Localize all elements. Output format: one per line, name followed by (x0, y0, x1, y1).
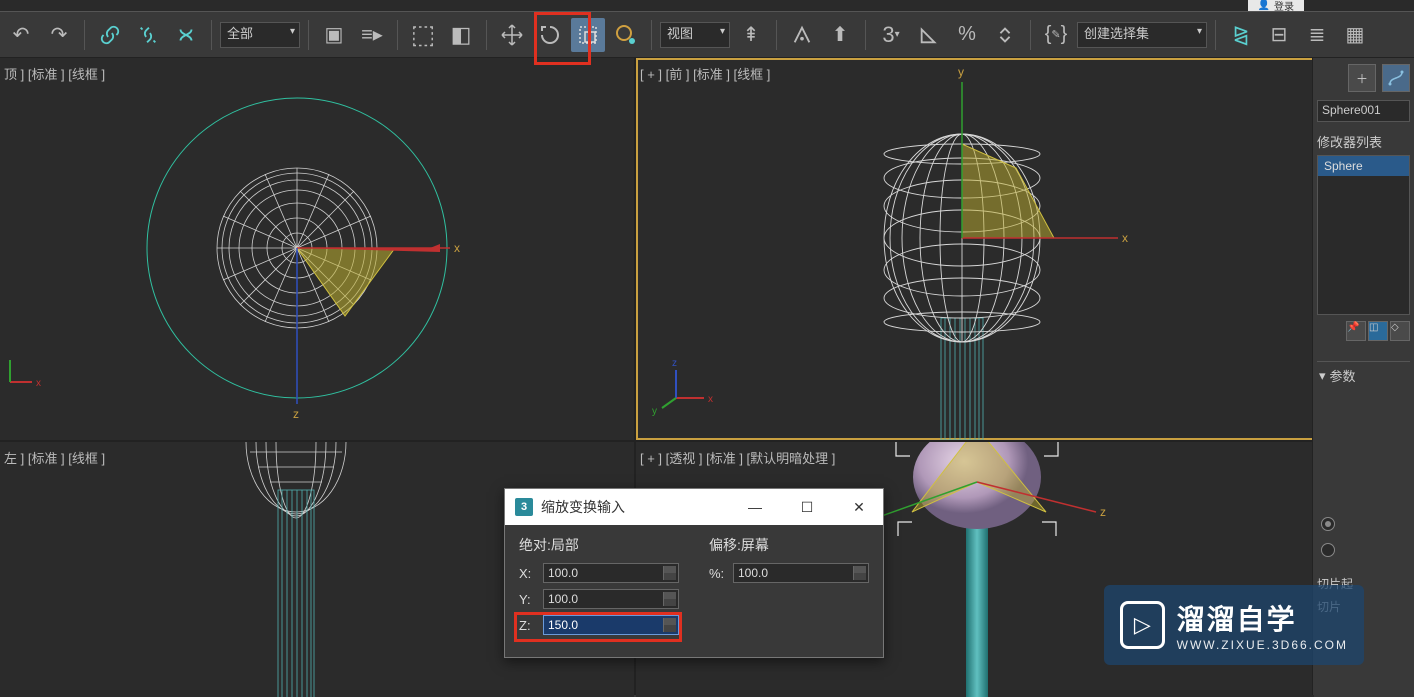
align-button[interactable]: ⊟ (1262, 18, 1296, 52)
select-object-button[interactable]: ▣ (317, 18, 351, 52)
redo-button[interactable]: ↷ (42, 18, 76, 52)
svg-text:x: x (1122, 231, 1128, 245)
viewport-front-label: [ + ] [前 ] [标准 ] [线框 ] (640, 64, 770, 83)
pivot-button[interactable]: ⇞ (734, 18, 768, 52)
viewport-persp-label: [ + ] [透视 ] [标准 ] [默认明暗处理 ] (640, 448, 835, 467)
ribbon-button[interactable]: ▦ (1338, 18, 1372, 52)
dialog-titlebar[interactable]: 3 缩放变换输入 — ☐ ✕ (505, 489, 883, 525)
viewport-front[interactable]: [ + ] [前 ] [标准 ] [线框 ] (636, 58, 1314, 440)
filter-dd[interactable]: 全部 (220, 22, 300, 48)
mirror-button[interactable]: ⧎ (1224, 18, 1258, 52)
svg-text:z: z (672, 358, 677, 369)
unlink-button[interactable] (131, 18, 165, 52)
y-label: Y: (519, 592, 537, 607)
app-icon: 3 (515, 498, 533, 516)
rotate-button[interactable] (533, 18, 567, 52)
watermark: ▷ 溜溜自学 WWW.ZIXUE.3D66.COM (1104, 585, 1364, 665)
bind-button[interactable] (169, 18, 203, 52)
x-label: X: (519, 566, 537, 581)
maximize-button[interactable]: ☐ (793, 499, 821, 516)
select-window-crossing[interactable]: ◧ (444, 18, 478, 52)
svg-text:z: z (1100, 505, 1106, 519)
minimize-button[interactable]: — (741, 499, 769, 516)
object-name-field[interactable]: Sphere001 (1317, 100, 1410, 122)
watermark-big: 溜溜自学 (1177, 598, 1348, 638)
chevron-down-icon: ▾ (1319, 368, 1326, 384)
pct-spinner[interactable]: 100.0 (733, 563, 869, 583)
link-button[interactable] (93, 18, 127, 52)
y-spinner[interactable]: 100.0 (543, 589, 679, 609)
viewport-front-canvas: x y x z y (636, 58, 1314, 440)
keyboard-shortcut-button[interactable]: ⬆ (823, 18, 857, 52)
select-name-button[interactable]: ≡▸ (355, 18, 389, 52)
viewport-top[interactable]: 顶 ] [标准 ] [线框 ] (0, 58, 634, 440)
snap-toggle[interactable]: 3▾ (874, 18, 908, 52)
modifier-list-label: 修改器列表 (1317, 132, 1410, 151)
radio-2[interactable] (1321, 543, 1335, 557)
play-icon: ▷ (1120, 601, 1165, 649)
viewport-left-label: 左 ] [标准 ] [线框 ] (4, 448, 105, 467)
undo-button[interactable]: ↶ (4, 18, 38, 52)
modifier-stack[interactable]: Sphere (1317, 155, 1410, 315)
move-button[interactable] (495, 18, 529, 52)
ref-coord-dd[interactable]: 视图 (660, 22, 730, 48)
svg-text:z: z (293, 407, 299, 421)
manipulate-button[interactable] (785, 18, 819, 52)
percent-snap-button[interactable]: % (950, 18, 984, 52)
login-bar[interactable]: 👤登录 (1248, 0, 1304, 11)
scale-button[interactable] (571, 18, 605, 52)
angle-snap-button[interactable] (912, 18, 946, 52)
svg-text:x: x (708, 394, 713, 405)
edit-named-sel-button[interactable]: {✎} (1039, 18, 1073, 52)
viewport-top-label: 顶 ] [标准 ] [线框 ] (4, 64, 105, 83)
modify-tab[interactable] (1382, 64, 1410, 92)
watermark-small: WWW.ZIXUE.3D66.COM (1177, 638, 1348, 652)
dialog-title: 缩放变换输入 (541, 497, 625, 517)
abs-local-label: 绝对:局部 (519, 535, 679, 555)
offset-screen-label: 偏移:屏幕 (709, 535, 869, 555)
create-tab[interactable]: ＋ (1348, 64, 1376, 92)
svg-text:x: x (454, 241, 460, 255)
show-end-result-button[interactable]: ◫ (1368, 321, 1388, 341)
z-spinner[interactable]: 150.0 (543, 615, 679, 635)
viewport-top-canvas: x z x (0, 58, 634, 440)
main-toolbar: ↶ ↷ 全部 ▣ ≡▸ ⬚ ◧ 视图 ⇞ ⬆ 3▾ % {✎} 创建选择集 ⧎ … (0, 12, 1414, 58)
placement-button[interactable] (609, 18, 643, 52)
pct-label: %: (709, 566, 727, 581)
scale-transform-dialog: 3 缩放变换输入 — ☐ ✕ 绝对:局部 X: 100.0 Y: 100.0 Z… (504, 488, 884, 658)
modifier-item-sphere[interactable]: Sphere (1318, 156, 1409, 176)
close-button[interactable]: ✕ (845, 499, 873, 516)
select-region-rect[interactable]: ⬚ (406, 18, 440, 52)
radio-1[interactable] (1321, 517, 1335, 531)
x-spinner[interactable]: 100.0 (543, 563, 679, 583)
selection-set-dd[interactable]: 创建选择集 (1077, 22, 1207, 48)
svg-text:y: y (652, 406, 657, 417)
layers-button[interactable]: ≣ (1300, 18, 1334, 52)
rollout-params[interactable]: ▾ 参数 (1317, 361, 1410, 389)
svg-text:x: x (36, 378, 41, 389)
pin-stack-button[interactable]: 📌 (1346, 321, 1366, 341)
spinner-snap-button[interactable] (988, 18, 1022, 52)
make-unique-button[interactable]: ◇ (1390, 321, 1410, 341)
z-label: Z: (519, 618, 537, 633)
svg-text:y: y (958, 65, 964, 79)
